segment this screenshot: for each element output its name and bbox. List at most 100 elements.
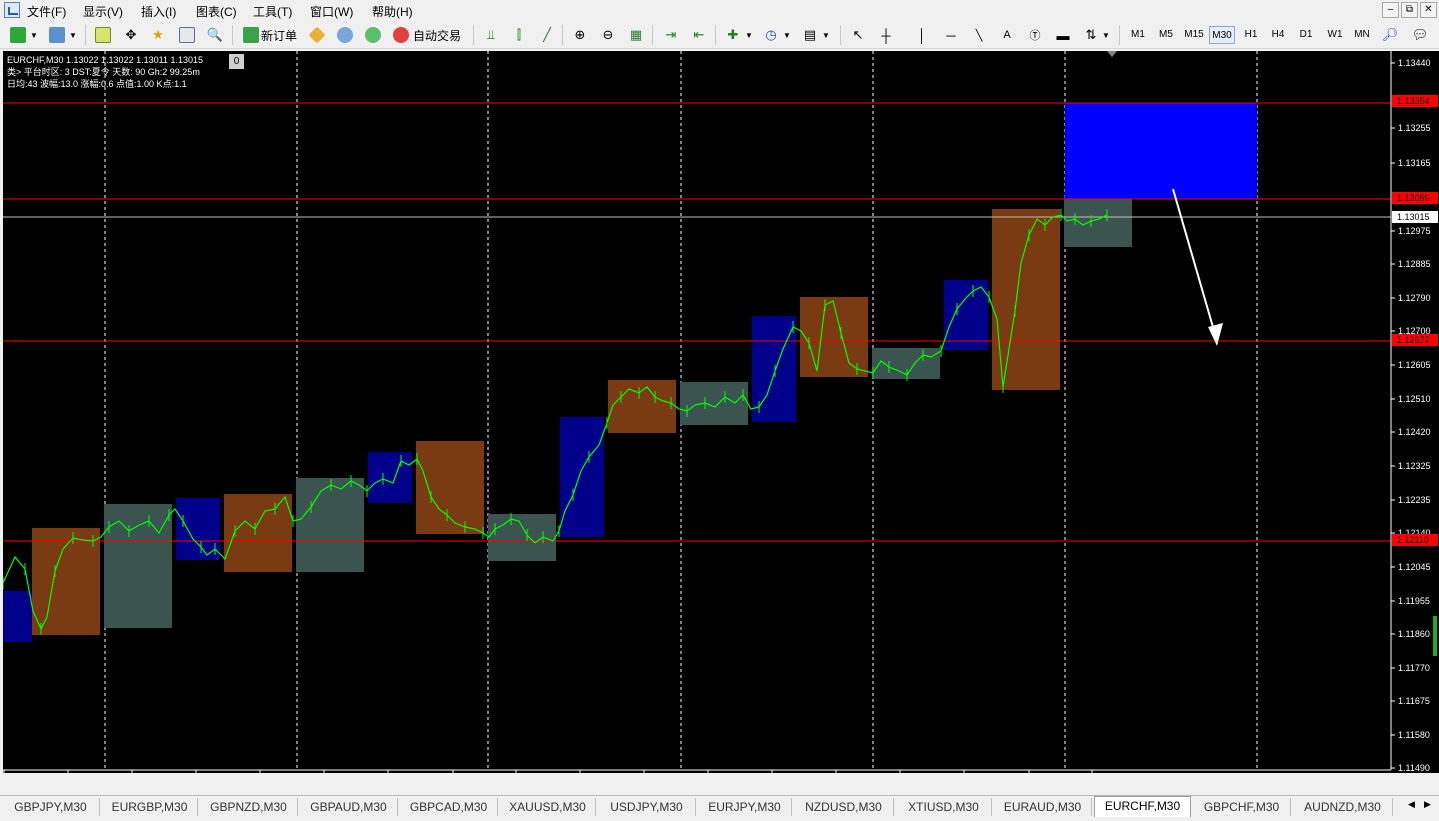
chart-tab[interactable]: GBPJPY,M30 [2,798,100,816]
timeframe-mn[interactable]: MN [1350,26,1374,44]
chart-tab[interactable]: USDJPY,M30 [598,798,696,816]
price-tick-label: 1.12235 [1398,495,1431,505]
line-chart-icon[interactable]: ╱ [537,25,557,45]
arrows-dropdown-icon[interactable]: ▼ [1102,25,1110,45]
price-chart[interactable]: 1.13440 1.13255 1.13165 1.12975 1.12885 1.127… [3,51,1439,773]
favorites-star-icon[interactable]: ★ [148,25,168,45]
profiles-icon[interactable] [47,25,67,45]
trendline-icon[interactable]: ╲ [969,25,989,45]
timeframe-d1[interactable]: D1 [1294,26,1318,44]
chart-tab[interactable]: EURAUD,M30 [994,798,1092,816]
text-icon[interactable]: A [997,25,1017,45]
chart-tab[interactable]: AUDNZD,M30 [1293,798,1393,816]
auto-trading-icon[interactable] [391,25,411,45]
new-chart-dropdown-icon[interactable]: ▼ [30,25,38,45]
separator [1119,25,1120,45]
horizontal-line-icon[interactable]: ─ [941,25,961,45]
separator [840,25,841,45]
chart-tab[interactable]: GBPCHF,M30 [1193,798,1291,816]
timeframe-m5[interactable]: M5 [1154,26,1178,44]
price-tick-label: 1.12790 [1398,293,1431,303]
templates-icon[interactable]: ▤ [800,25,820,45]
separator [85,25,86,45]
autoscroll-icon[interactable]: ⇥ [661,25,681,45]
minimize-icon[interactable]: – [1382,2,1399,18]
price-tick-label: 1.11955 [1398,596,1430,606]
price-tick-label: 1.13440 [1398,58,1431,68]
chart-tab[interactable]: EURJPY,M30 [698,798,792,816]
price-tag-label: 1.13354 [1397,96,1430,106]
chart-tab[interactable]: GBPNZD,M30 [200,798,298,816]
indicators-icon[interactable]: ✚ [723,25,743,45]
chart-tab[interactable]: GBPCAD,M30 [400,798,498,816]
separator [715,25,716,45]
new-chart-icon[interactable] [8,25,28,45]
timeframe-h1[interactable]: H1 [1239,26,1263,44]
candlestick-icon[interactable]: ⫿ [509,25,529,45]
timeframe-m1[interactable]: M1 [1126,26,1150,44]
auto-trading-button[interactable]: 自动交易 [413,27,461,44]
zoom-in-icon[interactable]: ⊕ [570,25,590,45]
price-tick-label: 1.11860 [1398,629,1430,639]
new-order-icon[interactable] [241,25,261,45]
chart-canvas[interactable]: 1.13440 1.13255 1.13165 1.12975 1.12885 1.127… [3,51,1439,773]
terminal-icon[interactable] [177,25,197,45]
indicators-dropdown-icon[interactable]: ▼ [745,25,753,45]
separator [473,25,474,45]
bar-chart-icon[interactable]: ⫫ [481,25,501,45]
periods-dropdown-icon[interactable]: ▼ [783,25,791,45]
close-icon[interactable]: ✕ [1420,2,1437,18]
vertical-line-icon[interactable]: │ [912,25,932,45]
tab-scroll-left-icon[interactable]: ◀ [1408,799,1415,810]
timeframe-m15[interactable]: M15 [1181,26,1207,44]
menu-help[interactable]: 帮助(H) [372,3,413,20]
chart-tab[interactable]: EURCHF,M30 [1094,796,1191,817]
search-icon[interactable]: 🔎︎ [1380,25,1400,45]
chart-tab[interactable]: XAUUSD,M30 [500,798,596,816]
chart-tab[interactable]: XTIUSD,M30 [896,798,992,816]
menu-charts[interactable]: 图表(C) [196,3,237,20]
menu-view[interactable]: 显示(V) [83,3,123,20]
arrows-icon[interactable]: ⇅ [1081,25,1101,45]
price-tick-label: 1.12325 [1398,461,1431,471]
target-zone-box [1065,103,1257,199]
profiles-dropdown-icon[interactable]: ▼ [69,25,77,45]
timeframe-w1[interactable]: W1 [1323,26,1347,44]
rectangle-icon[interactable]: ▬ [1053,25,1073,45]
price-tick-label: 1.12420 [1398,427,1431,437]
menu-file[interactable]: 文件(F) [27,3,66,20]
timeframe-m30[interactable]: M30 [1209,26,1235,44]
menu-window[interactable]: 窗口(W) [310,3,353,20]
crosshair-nav-icon[interactable]: ✥ [121,25,141,45]
tile-windows-icon[interactable]: ▦ [626,25,646,45]
chart-shift-icon[interactable]: ⇤ [689,25,709,45]
periods-clock-icon[interactable]: ◷ [761,25,781,45]
signals-icon[interactable] [335,25,355,45]
market-watch-icon[interactable] [93,25,113,45]
timeframe-h4[interactable]: H4 [1266,26,1290,44]
new-order-button[interactable]: 新订单 [261,27,297,44]
cursor-icon[interactable]: ↖ [848,25,868,45]
menu-insert[interactable]: 插入(I) [141,3,176,20]
templates-dropdown-icon[interactable]: ▼ [822,25,830,45]
price-tick-label: 1.12605 [1398,360,1431,370]
chart-tabs-bar: GBPJPY,M30 EURGBP,M30 GBPNZD,M30 GBPAUD,M30… [0,795,1439,817]
market-icon[interactable] [363,25,383,45]
chat-icon[interactable]: 💬︎ [1410,25,1430,45]
chart-tab[interactable]: NZDUSD,M30 [794,798,894,816]
menu-tools[interactable]: 工具(T) [253,3,292,20]
restore-icon[interactable]: ⧉ [1401,2,1418,18]
chart-symbol-ohlc: EURCHF,M30 1.13022 1.13022 1.13011 1.130… [7,55,203,65]
strategy-tester-icon[interactable]: 🔍 [205,25,225,45]
separator [562,25,563,45]
session-range-box [1064,196,1132,247]
zoom-out-icon[interactable]: ⊖ [598,25,618,45]
chart-tab[interactable]: EURGBP,M30 [102,798,198,816]
text-label-icon[interactable]: Ⓣ [1025,25,1045,45]
session-range-box [944,280,988,350]
crosshair-icon[interactable]: ┼ [876,25,896,45]
session-range-box [368,452,412,503]
chart-tab[interactable]: GBPAUD,M30 [300,798,398,816]
tab-scroll-right-icon[interactable]: ▶ [1424,799,1431,810]
metaeditor-icon[interactable] [307,25,327,45]
